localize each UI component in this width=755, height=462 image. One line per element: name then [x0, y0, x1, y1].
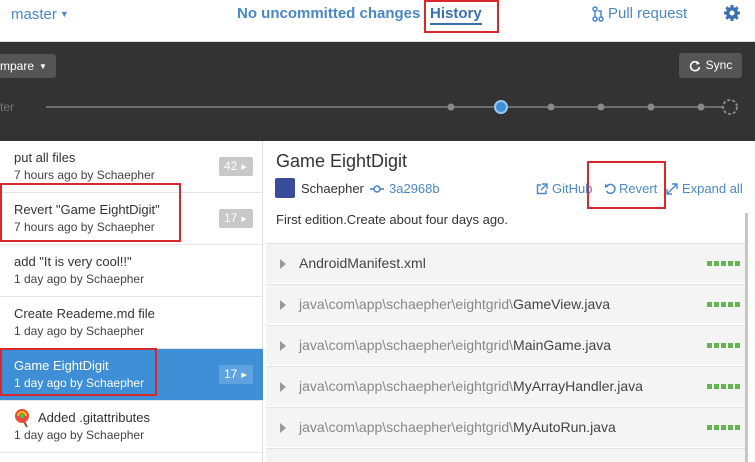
file-row[interactable]: AndroidManifest.xml [266, 243, 746, 283]
file-count-badge[interactable]: 17 ▶ [219, 209, 253, 228]
pull-request-button[interactable]: Pull request [592, 5, 687, 22]
commit-title: add "It is very cool!!" [14, 254, 132, 269]
commit-author: Schaepher [301, 181, 364, 196]
annotation-box-revert-button [587, 161, 666, 209]
chevron-down-icon: ▼ [59, 9, 69, 19]
expand-arrow-icon[interactable] [280, 300, 286, 310]
expand-arrow-icon[interactable] [280, 259, 286, 269]
commit-sha: 3a2968b [389, 181, 440, 196]
diff-stat-bar [707, 384, 741, 389]
chevron-right-icon: ▶ [241, 372, 247, 379]
timeline-node[interactable] [647, 103, 655, 111]
file-row[interactable]: java\com\app\schaepher\eightgrid\MyAutoR… [266, 407, 746, 447]
commit-title: Create Reademe.md file [14, 306, 155, 321]
gear-icon[interactable] [723, 4, 741, 22]
commit-meta: 1 day ago by Schaepher [14, 428, 145, 442]
expand-icon [666, 182, 678, 195]
file-count-badge[interactable]: 17 ▶ [219, 365, 253, 384]
commit-detail-title: Game EightDigit [276, 151, 408, 171]
commit-meta: 1 day ago by Schaepher [14, 324, 145, 338]
timeline-node[interactable] [547, 103, 555, 111]
commit-row[interactable]: Create Reademe.md file 1 day ago by Scha… [0, 297, 263, 349]
pull-request-icon [592, 5, 604, 22]
commit-title: Added .gitattributes [38, 410, 151, 425]
avatar [275, 178, 295, 198]
diff-stat-bar [707, 343, 741, 348]
chevron-right-icon: ▶ [241, 216, 247, 223]
annotation-box-revert-commit [0, 183, 181, 242]
timeline-node[interactable] [697, 103, 705, 111]
expand-arrow-icon[interactable] [280, 341, 286, 351]
annotation-box-history [424, 0, 499, 33]
commit-sha-link[interactable]: 3a2968b [370, 181, 440, 196]
timeline-node[interactable] [447, 103, 455, 111]
file-path: java\com\app\schaepher\eightgrid\GameVie… [299, 296, 611, 312]
expand-all-button[interactable]: Expand all [666, 181, 743, 196]
file-row[interactable]: java\com\app\schaepher\eightgrid\GameVie… [266, 284, 746, 324]
view-on-github-link[interactable]: GitHub [536, 181, 592, 196]
commit-title: put all files [14, 150, 76, 165]
annotation-box-selected-commit [0, 348, 157, 396]
commit-description: First edition.Create about four days ago… [276, 212, 508, 227]
diff-stat-bar [707, 425, 741, 430]
diff-stat-bar [707, 261, 741, 266]
branch-name: master [11, 6, 57, 23]
file-row[interactable]: java\com\app\schaepher\eightgrid\MyArray… [266, 366, 746, 406]
commit-row[interactable]: add "It is very cool!!" 1 day ago by Sch… [0, 245, 263, 297]
file-path: java\com\app\schaepher\eightgrid\MyArray… [299, 378, 643, 394]
timeline-end-marker [722, 99, 738, 115]
expand-arrow-icon[interactable] [280, 423, 286, 433]
commit-meta: 7 hours ago by Schaepher [14, 168, 155, 182]
diff-stat-bar [707, 302, 741, 307]
commit-icon [370, 184, 384, 193]
uncommitted-changes-tab[interactable]: No uncommitted changes [237, 5, 420, 22]
commit-meta: 1 day ago by Schaepher [14, 272, 145, 286]
file-count-badge[interactable]: 42 ▶ [219, 157, 253, 176]
file-row[interactable]: java\com\app\schaepher\eightgrid\MainGam… [266, 325, 746, 365]
scrollbar[interactable] [745, 213, 748, 462]
file-path: AndroidManifest.xml [299, 255, 426, 271]
expand-arrow-icon[interactable] [280, 382, 286, 392]
chevron-right-icon: ▶ [241, 164, 247, 171]
timeline-node-selected[interactable] [494, 100, 508, 114]
lollipop-icon [15, 409, 29, 428]
file-path: java\com\app\schaepher\eightgrid\MainGam… [299, 337, 612, 353]
commit-row[interactable]: Added .gitattributes 1 day ago by Schaep… [0, 401, 263, 453]
expand-all-label: Expand all [682, 181, 743, 196]
commit-detail: Game EightDigit Schaepher 3a2968b GitHub… [264, 141, 755, 462]
branch-selector[interactable]: master ▼ [11, 6, 69, 23]
file-path: java\com\app\schaepher\eightgrid\MyAutoR… [299, 419, 616, 435]
file-row[interactable] [266, 448, 746, 462]
commit-timeline[interactable] [0, 42, 755, 141]
external-link-icon [536, 182, 548, 194]
top-bar: master ▼ No uncommitted changes History P… [0, 0, 755, 42]
pull-request-label: Pull request [608, 5, 688, 22]
timeline-node[interactable] [597, 103, 605, 111]
